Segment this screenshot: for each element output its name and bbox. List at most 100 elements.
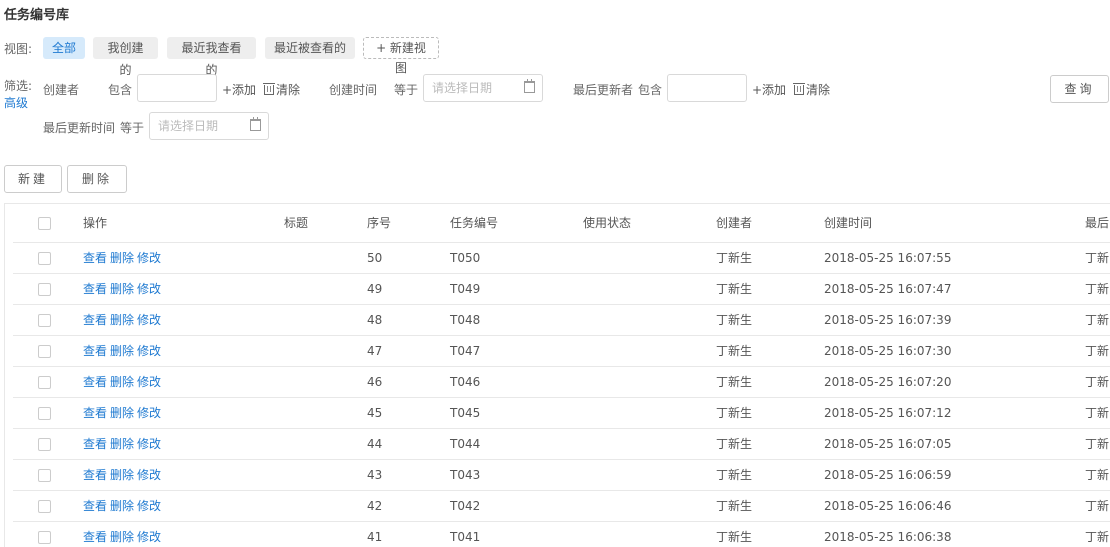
creator-add-button[interactable]: +添加 <box>222 81 256 98</box>
cell-task-code: T050 <box>450 251 481 265</box>
new-view-button[interactable]: + 新建视图 <box>363 37 439 75</box>
row-checkbox[interactable] <box>38 469 51 482</box>
column-header-last[interactable]: 最后 <box>1085 204 1109 242</box>
created-time-filter-label: 创建时间 <box>329 83 378 97</box>
view-link[interactable]: 查看 <box>83 499 107 513</box>
view-pill-recent-viewed-by-me[interactable]: 最近我查看的 <box>167 37 256 77</box>
cell-created-time: 2018-05-25 16:06:59 <box>824 468 952 482</box>
creator-input[interactable] <box>137 74 217 102</box>
view-link[interactable]: 查看 <box>83 530 107 544</box>
table-row: 查看 删除 修改 41 T041 丁新生 2018-05-25 16:06:38 丁新 <box>13 522 1110 547</box>
cell-creator: 丁新生 <box>716 499 753 513</box>
cell-created-time: 2018-05-25 16:06:46 <box>824 499 952 513</box>
advanced-filter-link[interactable]: 高级 <box>4 94 28 111</box>
column-header-title[interactable]: 标题 <box>284 204 308 242</box>
view-link[interactable]: 查看 <box>83 375 107 389</box>
row-checkbox[interactable] <box>38 314 51 327</box>
row-checkbox[interactable] <box>38 500 51 513</box>
row-actions: 查看 删除 修改 <box>83 274 164 304</box>
row-checkbox[interactable] <box>38 252 51 265</box>
creator-filter-label: 创建者 <box>43 83 80 97</box>
last-updater-clear-button[interactable]: 清除 <box>793 81 830 98</box>
view-label: 视图: <box>4 42 33 56</box>
view-link[interactable]: 查看 <box>83 313 107 327</box>
new-button[interactable]: 新建 <box>4 165 62 193</box>
last-updated-time-placeholder: 请选择日期 <box>158 119 219 133</box>
cell-seq: 43 <box>367 468 383 482</box>
edit-link[interactable]: 修改 <box>137 313 161 327</box>
view-link[interactable]: 查看 <box>83 437 107 451</box>
view-link[interactable]: 查看 <box>83 251 107 265</box>
delete-link[interactable]: 删除 <box>110 530 134 544</box>
cell-seq: 47 <box>367 344 383 358</box>
row-actions: 查看 删除 修改 <box>83 460 164 490</box>
row-checkbox[interactable] <box>38 345 51 358</box>
row-checkbox[interactable] <box>38 283 51 296</box>
column-header-created-time[interactable]: 创建时间 <box>824 204 872 242</box>
cell-last-updater: 丁新 <box>1085 375 1110 389</box>
delete-link[interactable]: 删除 <box>110 313 134 327</box>
view-pill-mine[interactable]: 我创建的 <box>93 37 158 77</box>
last-updater-input[interactable] <box>667 74 747 102</box>
cell-created-time: 2018-05-25 16:07:39 <box>824 313 952 327</box>
column-header-status[interactable]: 使用状态 <box>583 204 631 242</box>
row-checkbox[interactable] <box>38 531 51 544</box>
delete-link[interactable]: 删除 <box>110 499 134 513</box>
edit-link[interactable]: 修改 <box>137 530 161 544</box>
last-updated-time-filter-label: 最后更新时间 <box>43 121 116 135</box>
select-all-checkbox[interactable] <box>38 217 51 230</box>
view-pill-all[interactable]: 全部 <box>43 37 85 59</box>
column-header-task-code[interactable]: 任务编号 <box>450 204 498 242</box>
edit-link[interactable]: 修改 <box>137 499 161 513</box>
edit-link[interactable]: 修改 <box>137 437 161 451</box>
edit-link[interactable]: 修改 <box>137 251 161 265</box>
edit-link[interactable]: 修改 <box>137 282 161 296</box>
row-checkbox[interactable] <box>38 438 51 451</box>
view-link[interactable]: 查看 <box>83 468 107 482</box>
table-row: 查看 删除 修改 44 T044 丁新生 2018-05-25 16:07:05 丁新 <box>13 429 1110 460</box>
cell-seq: 42 <box>367 499 383 513</box>
cell-seq: 45 <box>367 406 383 420</box>
delete-button[interactable]: 删除 <box>67 165 127 193</box>
last-updater-add-button[interactable]: +添加 <box>752 81 786 98</box>
trash-icon <box>793 83 805 95</box>
cell-created-time: 2018-05-25 16:07:55 <box>824 251 952 265</box>
view-link[interactable]: 查看 <box>83 344 107 358</box>
delete-link[interactable]: 删除 <box>110 375 134 389</box>
cell-last-updater: 丁新 <box>1085 282 1110 296</box>
edit-link[interactable]: 修改 <box>137 468 161 482</box>
row-actions: 查看 删除 修改 <box>83 367 164 397</box>
delete-link[interactable]: 删除 <box>110 251 134 265</box>
cell-last-updater: 丁新 <box>1085 313 1110 327</box>
delete-link[interactable]: 删除 <box>110 344 134 358</box>
delete-link[interactable]: 删除 <box>110 406 134 420</box>
cell-task-code: T042 <box>450 499 481 513</box>
cell-creator: 丁新生 <box>716 530 753 544</box>
edit-link[interactable]: 修改 <box>137 344 161 358</box>
cell-creator: 丁新生 <box>716 468 753 482</box>
edit-link[interactable]: 修改 <box>137 375 161 389</box>
last-updated-time-date-input[interactable]: 请选择日期 <box>149 112 269 140</box>
creator-clear-button[interactable]: 清除 <box>263 81 300 98</box>
delete-link[interactable]: 删除 <box>110 437 134 451</box>
cell-creator: 丁新生 <box>716 313 753 327</box>
cell-created-time: 2018-05-25 16:07:47 <box>824 282 952 296</box>
delete-link[interactable]: 删除 <box>110 282 134 296</box>
row-checkbox[interactable] <box>38 376 51 389</box>
cell-task-code: T043 <box>450 468 481 482</box>
created-time-date-input[interactable]: 请选择日期 <box>423 74 543 102</box>
column-header-creator[interactable]: 创建者 <box>716 204 752 242</box>
view-pill-recently-viewed[interactable]: 最近被查看的 <box>265 37 355 59</box>
view-link[interactable]: 查看 <box>83 406 107 420</box>
cell-task-code: T045 <box>450 406 481 420</box>
cell-created-time: 2018-05-25 16:06:38 <box>824 530 952 544</box>
column-header-seq[interactable]: 序号 <box>367 204 391 242</box>
query-button[interactable]: 查询 <box>1050 75 1109 103</box>
table-row: 查看 删除 修改 43 T043 丁新生 2018-05-25 16:06:59 丁新 <box>13 460 1110 491</box>
row-checkbox[interactable] <box>38 407 51 420</box>
view-link[interactable]: 查看 <box>83 282 107 296</box>
edit-link[interactable]: 修改 <box>137 406 161 420</box>
column-header-actions: 操作 <box>83 216 108 230</box>
last-updater-op-label: 包含 <box>638 83 663 97</box>
delete-link[interactable]: 删除 <box>110 468 134 482</box>
